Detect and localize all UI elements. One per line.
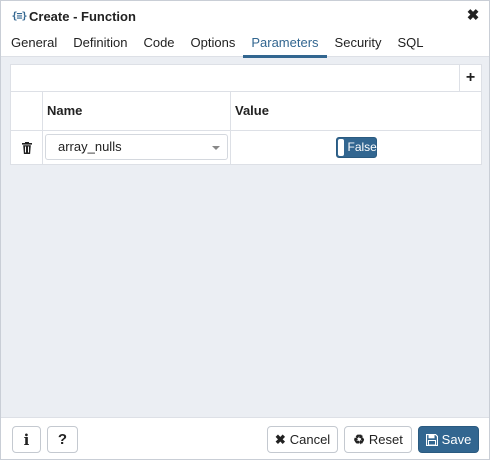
delete-row-cell [11,131,43,164]
toggle-knob [337,139,344,156]
tab-general[interactable]: General [1,31,65,57]
column-header-value: Value [235,103,269,118]
tab-code[interactable]: Code [135,31,182,57]
tab-security[interactable]: Security [327,31,390,57]
parameter-name-select[interactable]: array_nulls [45,134,228,160]
cancel-label: Cancel [289,432,331,447]
column-header-name: Name [43,92,231,130]
close-icon: ✖ [274,431,286,447]
create-function-dialog: {≡} Create - Function ✖ General Definiti… [0,0,490,460]
parameters-panel: + Name Value array_nulls False [10,64,482,165]
tab-options[interactable]: Options [183,31,244,57]
floppy-disk-icon [425,433,438,446]
help-icon: ? [57,431,68,448]
tab-parameters[interactable]: Parameters [243,31,327,58]
caret-down-icon [212,146,220,150]
help-button[interactable]: ? [47,426,78,453]
value-cell: False [231,131,481,164]
dialog-footer: i ? ✖ Cancel ♻ Reset Save [1,417,489,459]
dialog-titlebar: {≡} Create - Function ✖ [1,1,489,31]
close-icon[interactable]: ✖ [465,7,481,25]
reset-button[interactable]: ♻ Reset [344,426,412,453]
panel-header: + [11,65,481,92]
add-row-button[interactable]: + [459,65,481,91]
cancel-button[interactable]: ✖ Cancel [267,426,338,453]
grid-header: Name Value [11,92,481,131]
function-icon: {≡} [11,10,27,22]
info-icon: i [23,430,30,449]
save-button[interactable]: Save [418,426,479,453]
trash-icon[interactable] [21,141,32,154]
info-button[interactable]: i [12,426,41,453]
save-label: Save [441,432,472,447]
table-row: array_nulls False [11,131,481,164]
tab-sql[interactable]: SQL [390,31,432,57]
value-toggle[interactable]: False [335,137,377,158]
parameter-name-value: array_nulls [58,139,122,154]
recycle-icon: ♻ [353,431,365,447]
dialog-title: Create - Function [29,8,136,24]
tab-definition[interactable]: Definition [65,31,135,57]
toggle-label: False [347,140,377,154]
delete-column-header [11,92,43,130]
reset-label: Reset [368,432,403,447]
tab-bar: General Definition Code Options Paramete… [1,31,489,58]
name-cell: array_nulls [43,131,231,164]
